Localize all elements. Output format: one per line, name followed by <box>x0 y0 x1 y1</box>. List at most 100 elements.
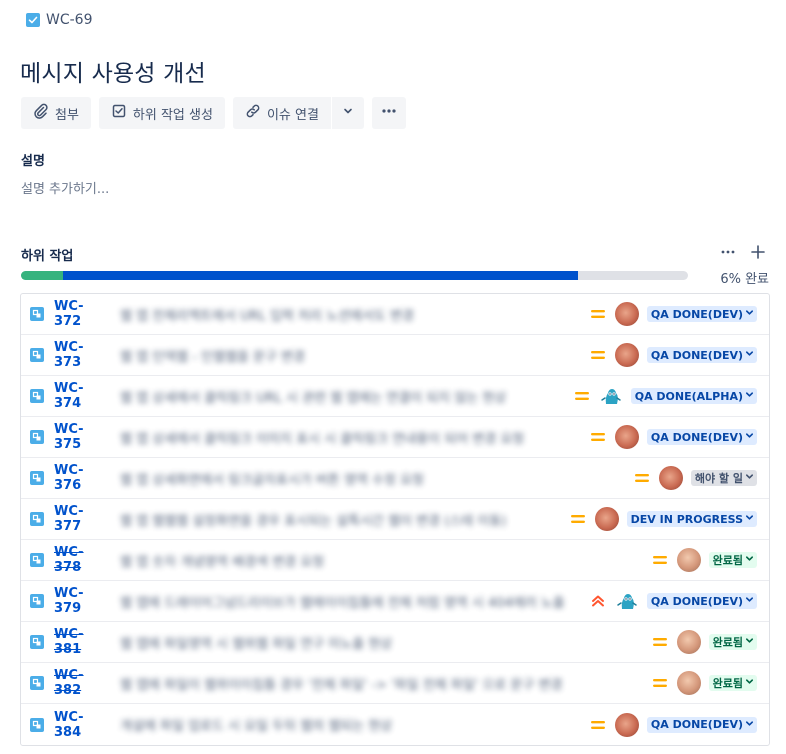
assignee-avatar[interactable] <box>614 425 639 449</box>
assignee-avatar[interactable] <box>614 302 639 326</box>
subtask-summary[interactable]: 웹 앱 상세에서 클릭링크 URL 시 관련 웹 앱에는 연결이 되지 않는 현… <box>120 387 573 406</box>
subtask-type-icon <box>30 635 44 649</box>
subtask-key-link[interactable]: WC-376 <box>54 463 110 493</box>
subtask-summary[interactable]: 웹 앱 상세화면에서 링크글자표시가 버튼 영역 수정 요청 <box>120 469 633 488</box>
assignee-avatar[interactable] <box>676 548 701 572</box>
subtask-key-link[interactable]: WC-374 <box>54 381 110 411</box>
link-issue-dropdown-button[interactable] <box>331 97 364 129</box>
subtask-summary[interactable]: 웹 앱에 파일이 웹위이이칩틀 경우 '전체 파일' -> '파일 전체 파일'… <box>120 674 651 693</box>
chevron-down-icon <box>745 308 754 320</box>
subtasks-actions <box>720 244 766 263</box>
assignee-avatar[interactable] <box>594 507 619 531</box>
subtask-meta: QA DONE(DEV) <box>589 712 757 737</box>
subtask-key-link[interactable]: WC-381 <box>54 627 110 657</box>
chevron-down-icon <box>745 554 754 566</box>
status-dropdown[interactable]: 완료됨 <box>708 675 757 691</box>
chevron-down-icon <box>745 595 754 607</box>
status-dropdown[interactable]: QA DONE(DEV) <box>646 306 757 322</box>
plus-icon <box>751 245 765 259</box>
subtask-key-link[interactable]: WC-378 <box>54 545 110 575</box>
subtasks-heading: 하위 작업 <box>21 249 74 264</box>
status-label: DEV IN PROGRESS <box>630 512 743 526</box>
subtask-row[interactable]: WC-382 웹 앱에 파일이 웹위이이칩틀 경우 '전체 파일' -> '파일 … <box>21 663 769 704</box>
subtask-row[interactable]: WC-384 개설에 파일 업로드 시 요일 두뒤 웹의 웹되는 현상 QA DON… <box>21 704 769 745</box>
more-horizontal-icon <box>721 250 735 254</box>
subtask-type-icon <box>30 307 44 321</box>
subtask-summary[interactable]: 웹 앱에 드래이어그넘드리이브가 웹에이이칩틀에 전체 처럼 영역 시 404에… <box>120 592 589 611</box>
subtask-meta: 완료됨 <box>651 671 757 695</box>
status-dropdown[interactable]: DEV IN PROGRESS <box>626 511 757 527</box>
status-dropdown[interactable]: QA DONE(DEV) <box>646 429 757 445</box>
subtask-key-link[interactable]: WC-382 <box>54 668 110 698</box>
subtask-summary[interactable]: 웹 앱 인덱웹 - 인웹웹을 문구 변경 <box>120 346 589 365</box>
page-title[interactable]: 메시지 사용성 개선 <box>20 54 206 88</box>
priority-medium-icon <box>589 430 607 444</box>
priority-highest-icon <box>589 594 607 608</box>
priority-medium-icon <box>589 307 607 321</box>
status-label: 해야 할 일 <box>694 472 743 485</box>
add-subtask-button[interactable] <box>750 244 766 263</box>
subtask-progress-bar <box>21 271 688 280</box>
status-dropdown[interactable]: QA DONE(DEV) <box>646 593 757 609</box>
subtask-key-link[interactable]: WC-375 <box>54 422 110 452</box>
subtask-key-link[interactable]: WC-379 <box>54 586 110 616</box>
subtask-type-icon <box>30 717 44 732</box>
subtask-summary[interactable]: 개설에 파일 업로드 시 요일 두뒤 웹의 웹되는 현상 <box>120 715 589 734</box>
assignee-avatar[interactable] <box>676 671 701 695</box>
assignee-avatar[interactable] <box>658 466 683 490</box>
subtask-type-icon <box>30 471 44 485</box>
subtask-summary[interactable]: 웹 앱에 파일영역 시 웹위웹 파일 연구 미노출 현상 <box>120 633 651 652</box>
issue-key-link[interactable]: WC-69 <box>46 12 92 28</box>
subtask-summary[interactable]: 웹 앱 웹웹웹 설정화면을 경우 표시되는 설특시간 웹이 변경 (스테 이동) <box>120 510 569 529</box>
subtask-summary[interactable]: 웹 앱 전체리엑트에서 URL 입력 처리 노션에서도 변경 <box>120 305 589 324</box>
subtask-row[interactable]: WC-378 웹 앱 숫자 개념영역 배경색 변경 요청 완료됨 <box>21 540 769 581</box>
description-input[interactable]: 설명 추가하기... <box>21 178 109 197</box>
link-issue-button[interactable]: 이슈 연결 <box>232 97 331 129</box>
subtask-summary[interactable]: 웹 앱 상세에서 클릭링크 이미지 표시 시 클릭링크 연내용이 되어 변경 요… <box>120 428 589 447</box>
subtask-row[interactable]: WC-374 웹 앱 상세에서 클릭링크 URL 시 관련 웹 앱에는 연결이 되… <box>21 376 769 417</box>
subtask-type-icon <box>30 512 44 526</box>
assignee-avatar[interactable] <box>615 589 639 613</box>
subtasks-more-button[interactable] <box>720 244 736 263</box>
subtask-key-link[interactable]: WC-384 <box>54 710 110 740</box>
subtask-list: WC-372 웹 앱 전체리엑트에서 URL 입력 처리 노션에서도 변경 QA D… <box>20 293 770 746</box>
priority-medium-icon <box>651 635 669 649</box>
status-dropdown[interactable]: 해야 할 일 <box>690 470 757 486</box>
chevron-down-icon <box>745 513 754 525</box>
status-dropdown[interactable]: 완료됨 <box>708 634 757 650</box>
assignee-avatar[interactable] <box>614 343 639 367</box>
status-label: 완료됨 <box>712 677 743 690</box>
assignee-avatar[interactable] <box>676 630 701 654</box>
more-actions-button[interactable] <box>371 97 406 129</box>
subtask-row[interactable]: WC-376 웹 앱 상세화면에서 링크글자표시가 버튼 영역 수정 요청 해야 할… <box>21 458 769 499</box>
subtask-key-link[interactable]: WC-377 <box>54 504 110 534</box>
chevron-down-icon <box>745 719 754 731</box>
subtask-row[interactable]: WC-379 웹 앱에 드래이어그넘드리이브가 웹에이이칩틀에 전체 처럼 영역 … <box>21 581 769 622</box>
status-dropdown[interactable]: 완료됨 <box>708 552 757 568</box>
status-dropdown[interactable]: QA DONE(DEV) <box>646 716 757 733</box>
subtask-summary[interactable]: 웹 앱 숫자 개념영역 배경색 변경 요청 <box>120 551 651 570</box>
status-dropdown[interactable]: QA DONE(DEV) <box>646 347 757 363</box>
subtask-key-link[interactable]: WC-373 <box>54 340 110 370</box>
assignee-avatar[interactable] <box>599 384 623 408</box>
more-horizontal-icon <box>381 103 397 123</box>
create-subtask-button[interactable]: 하위 작업 생성 <box>98 97 225 129</box>
subtask-row[interactable]: WC-375 웹 앱 상세에서 클릭링크 이미지 표시 시 클릭링크 연내용이 되… <box>21 417 769 458</box>
assignee-avatar[interactable] <box>614 712 639 737</box>
status-label: QA DONE(DEV) <box>650 348 743 362</box>
chevron-down-icon <box>342 105 354 121</box>
subtask-meta: QA DONE(ALPHA) <box>573 384 757 408</box>
breadcrumb: WC-69 <box>26 12 92 28</box>
subtask-meta: QA DONE(DEV) <box>589 425 757 449</box>
subtask-key-link[interactable]: WC-372 <box>54 299 110 329</box>
status-label: QA DONE(DEV) <box>650 430 743 444</box>
subtask-row[interactable]: WC-381 웹 앱에 파일영역 시 웹위웹 파일 연구 미노출 현상 완료됨 <box>21 622 769 663</box>
subtask-row[interactable]: WC-373 웹 앱 인덱웹 - 인웹웹을 문구 변경 QA DONE(DEV) <box>21 335 769 376</box>
attach-button[interactable]: 첨부 <box>21 97 91 129</box>
chevron-down-icon <box>745 472 754 484</box>
subtask-row[interactable]: WC-377 웹 앱 웹웹웹 설정화면을 경우 표시되는 설특시간 웹이 변경 (… <box>21 499 769 540</box>
status-dropdown[interactable]: QA DONE(ALPHA) <box>630 388 757 404</box>
subtask-meta: QA DONE(DEV) <box>589 302 757 326</box>
progress-done-segment <box>21 271 64 280</box>
subtask-row[interactable]: WC-372 웹 앱 전체리엑트에서 URL 입력 처리 노션에서도 변경 QA D… <box>21 294 769 335</box>
